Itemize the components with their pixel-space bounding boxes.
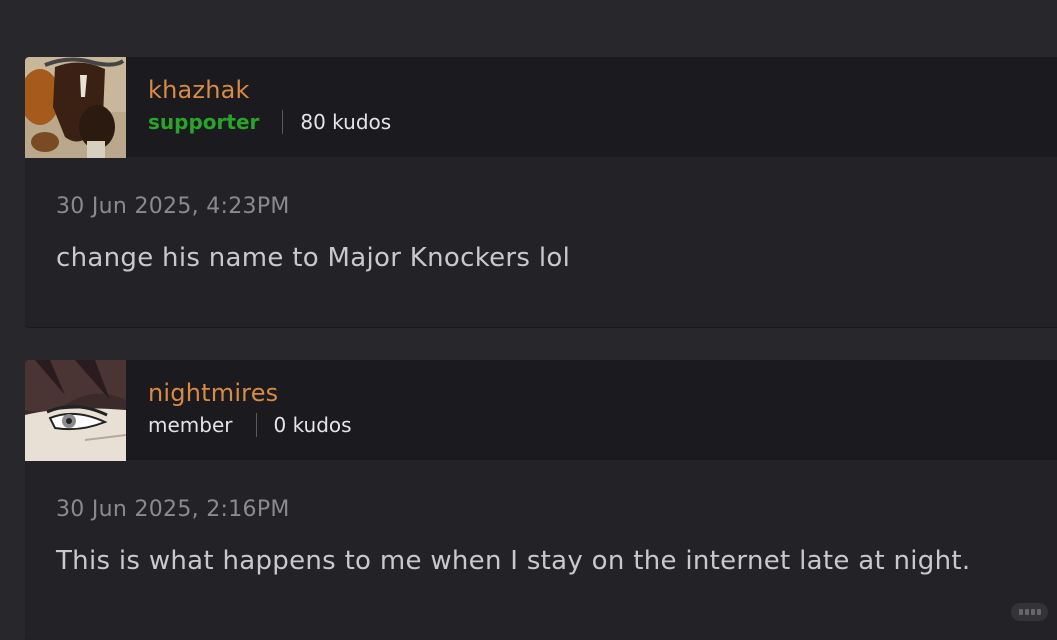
username[interactable]: nightmires — [148, 379, 278, 407]
watermark-badge — [1011, 603, 1048, 621]
comment-date: 30 Jun 2025, 2:16PM — [56, 497, 290, 522]
comment-header: khazhak supporter 80 kudos — [25, 57, 1057, 158]
watermark-logo-icon — [1018, 609, 1041, 615]
username[interactable]: khazhak — [148, 76, 250, 104]
cow-avatar-image — [25, 57, 126, 158]
meta-divider — [282, 110, 284, 134]
comment-card: khazhak supporter 80 kudos 30 Jun 2025, … — [25, 57, 1057, 327]
comment-date: 30 Jun 2025, 4:23PM — [56, 194, 290, 219]
user-meta: supporter 80 kudos — [148, 109, 391, 135]
comment-text: change his name to Major Knockers lol — [56, 243, 571, 273]
meta-divider — [255, 413, 257, 437]
comment-card: nightmires member 0 kudos 30 Jun 2025, 2… — [25, 360, 1057, 640]
comment-header: nightmires member 0 kudos — [25, 360, 1057, 461]
user-role-badge: supporter — [148, 110, 260, 134]
kudos-count: 0 kudos — [273, 413, 352, 437]
comment-text: This is what happens to me when I stay o… — [56, 546, 971, 576]
user-meta: member 0 kudos — [148, 412, 352, 438]
user-role-badge: member — [148, 413, 233, 437]
anime-avatar-image — [25, 360, 126, 461]
avatar[interactable] — [25, 360, 126, 461]
kudos-count: 80 kudos — [300, 110, 392, 134]
avatar[interactable] — [25, 57, 126, 158]
